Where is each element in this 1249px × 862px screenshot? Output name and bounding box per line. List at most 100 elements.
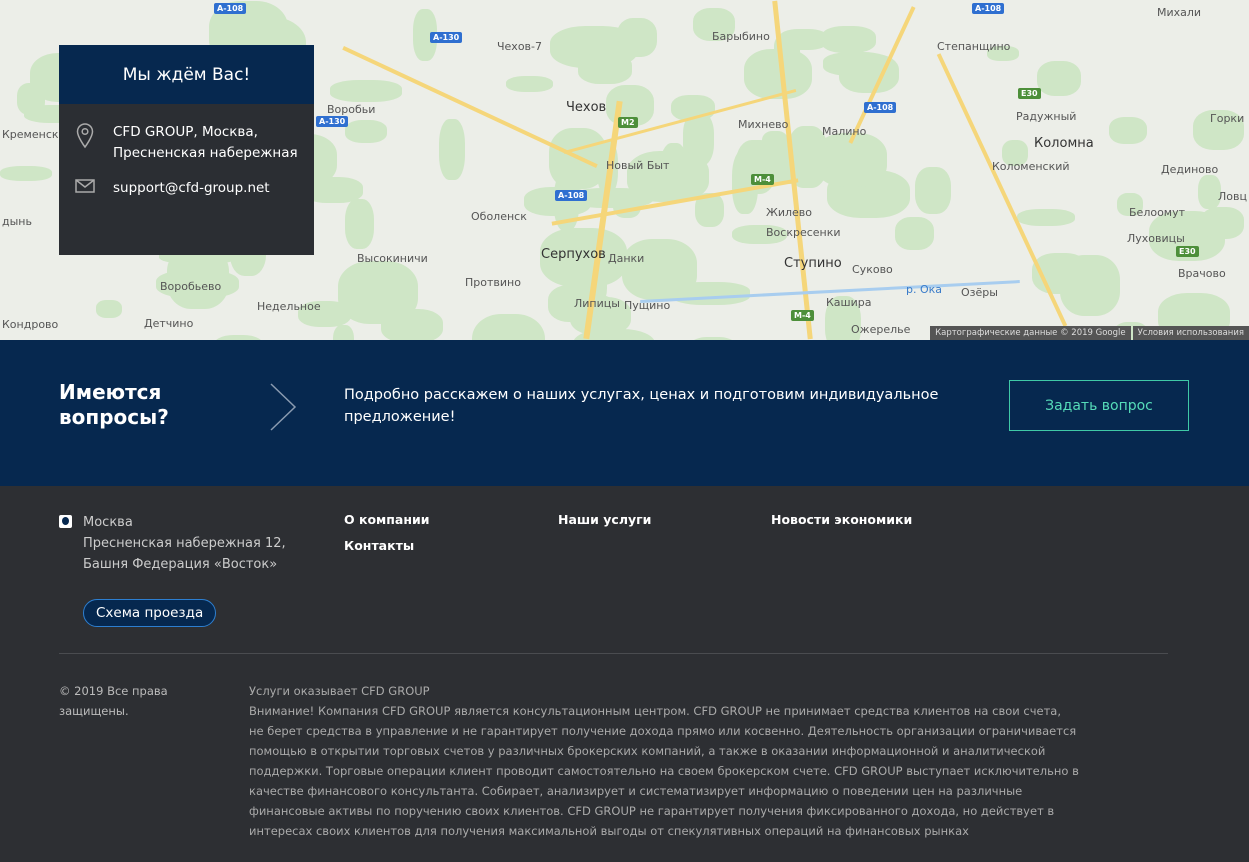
forest-area (1109, 117, 1147, 145)
footer-building: Башня Федерация «Восток» (83, 557, 278, 572)
disclaimer-text: Внимание! Компания CFD GROUP является ко… (249, 704, 1079, 838)
map-place-label: Липицы (574, 297, 620, 310)
footer-link-about[interactable]: О компании (344, 507, 430, 533)
route-map-button[interactable]: Схема проезда (83, 599, 217, 627)
card-email[interactable]: support@cfd-group.net (113, 178, 270, 201)
map-place-label: Чехов-7 (497, 40, 542, 53)
forest-area (345, 199, 375, 250)
map-place-label: Воробьи (327, 103, 376, 116)
forest-area (329, 80, 402, 103)
envelope-icon (75, 178, 113, 201)
footer-link-news[interactable]: Новости экономики (771, 507, 912, 533)
forest-area (621, 238, 697, 300)
questions-band: Имеются вопросы? Подробно расскажем о на… (0, 340, 1249, 486)
map[interactable]: ПетровоЧехов-7ЧеховБарыбиноСтепанщиноМих… (0, 0, 1249, 340)
map-place-label: Луховицы (1127, 232, 1185, 245)
map-place-label: Ожерелье (851, 323, 911, 336)
forest-area (471, 313, 545, 340)
road (342, 46, 598, 168)
map-place-label: Коломенский (992, 160, 1070, 173)
forest-area (1036, 60, 1082, 97)
chevron-right-icon (270, 383, 297, 431)
map-place-label: Протвино (465, 276, 521, 289)
forest-area (167, 246, 229, 310)
card-address-line1: CFD GROUP, Москва, (113, 124, 258, 140)
map-place-label: Коломна (1034, 136, 1094, 151)
footer-city: Москва (83, 515, 133, 530)
ask-question-button[interactable]: Задать вопрос (1009, 380, 1189, 431)
forest-area (1059, 255, 1120, 317)
forest-area (1201, 207, 1245, 239)
map-place-label: Малино (822, 125, 867, 138)
map-place-label: Кашира (826, 296, 872, 309)
map-place-label: Высокиничи (357, 252, 428, 265)
road-shield: M-4 (791, 310, 814, 321)
road-shield: A-108 (972, 3, 1005, 14)
road-shield: E30 (1176, 246, 1199, 257)
map-place-label: дынь (2, 215, 32, 228)
forest-area (762, 130, 789, 153)
forest-area (895, 217, 935, 251)
map-place-label: Чехов (566, 100, 607, 115)
forest-area (344, 119, 388, 143)
map-place-label: Оболенск (471, 210, 527, 223)
map-terms-link[interactable]: Условия использования (1132, 326, 1249, 340)
band-title: Имеются вопросы? (59, 380, 169, 429)
map-place-label: Серпухов (541, 247, 606, 262)
map-place-label: Кондрово (2, 318, 59, 331)
forest-area (16, 83, 46, 115)
road-shield: A-130 (316, 116, 349, 127)
forest-area (333, 325, 354, 340)
map-place-label: Михнево (738, 118, 789, 131)
forest-area (0, 165, 53, 181)
map-place-label: Врачово (1178, 267, 1226, 280)
map-place-label: Новый Быт (606, 159, 670, 172)
map-place-label: Пущино (624, 299, 671, 312)
card-address-line2: Пресненская набережная (113, 145, 298, 161)
footer-street: Пресненская набережная 12, (83, 536, 286, 551)
footer: Москва Пресненская набережная 12, Башня … (0, 486, 1249, 862)
band-text: Подробно расскажем о наших услугах, цена… (344, 387, 939, 425)
map-place-label: Михали (1157, 6, 1202, 19)
map-place-label: Недельное (257, 300, 321, 313)
map-place-label: Воскресенки (766, 226, 841, 239)
road-shield: A-108 (864, 102, 897, 113)
road-shield: E30 (1018, 88, 1041, 99)
forest-area (381, 308, 444, 340)
map-place-label: Степанщино (937, 40, 1011, 53)
map-pin-icon (75, 122, 113, 164)
map-place-label: Ступино (784, 256, 842, 271)
contact-card: Мы ждём Вас! CFD GROUP, Москва, Пресненск… (59, 45, 314, 255)
map-place-label: Озёры (961, 286, 998, 299)
map-place-label: Кременск (2, 128, 59, 141)
map-place-label: Радужный (1016, 110, 1077, 123)
map-place-label: Горки (1210, 112, 1245, 125)
footer-link-services[interactable]: Наши услуги (558, 507, 651, 533)
provider-text: Услуги оказывает CFD GROUP (249, 684, 430, 698)
road-shield: M-4 (751, 174, 774, 185)
footer-address: Москва Пресненская набережная 12, Башня … (59, 512, 286, 575)
road-shield: A-108 (555, 190, 588, 201)
forest-area (914, 167, 951, 214)
map-place-label: Суково (852, 263, 893, 276)
map-place-label: Белоомут (1129, 206, 1186, 219)
map-place-label: Детчино (144, 317, 194, 330)
road-shield: A-130 (430, 32, 463, 43)
forest-area (1017, 208, 1076, 227)
map-place-label: Жилево (766, 206, 813, 219)
copyright: © 2019 Все права защищены. (59, 684, 168, 718)
road-shield: M2 (618, 117, 638, 128)
location-icon (59, 515, 72, 528)
map-place-label: Данки (608, 252, 645, 265)
forest-area (505, 75, 554, 93)
footer-link-contacts[interactable]: Контакты (344, 533, 414, 559)
footer-divider (59, 653, 1168, 654)
forest-area (577, 53, 632, 84)
disclaimer: Услуги оказывает CFD GROUP Внимание! Ком… (249, 681, 1079, 841)
map-place-label: Воробьево (160, 280, 222, 293)
forest-area (821, 26, 877, 53)
forest-area (96, 299, 123, 318)
road-shield: A-108 (214, 3, 247, 14)
map-place-label: р. Ока (906, 283, 943, 296)
map-place-label: Барыбино (712, 30, 770, 43)
